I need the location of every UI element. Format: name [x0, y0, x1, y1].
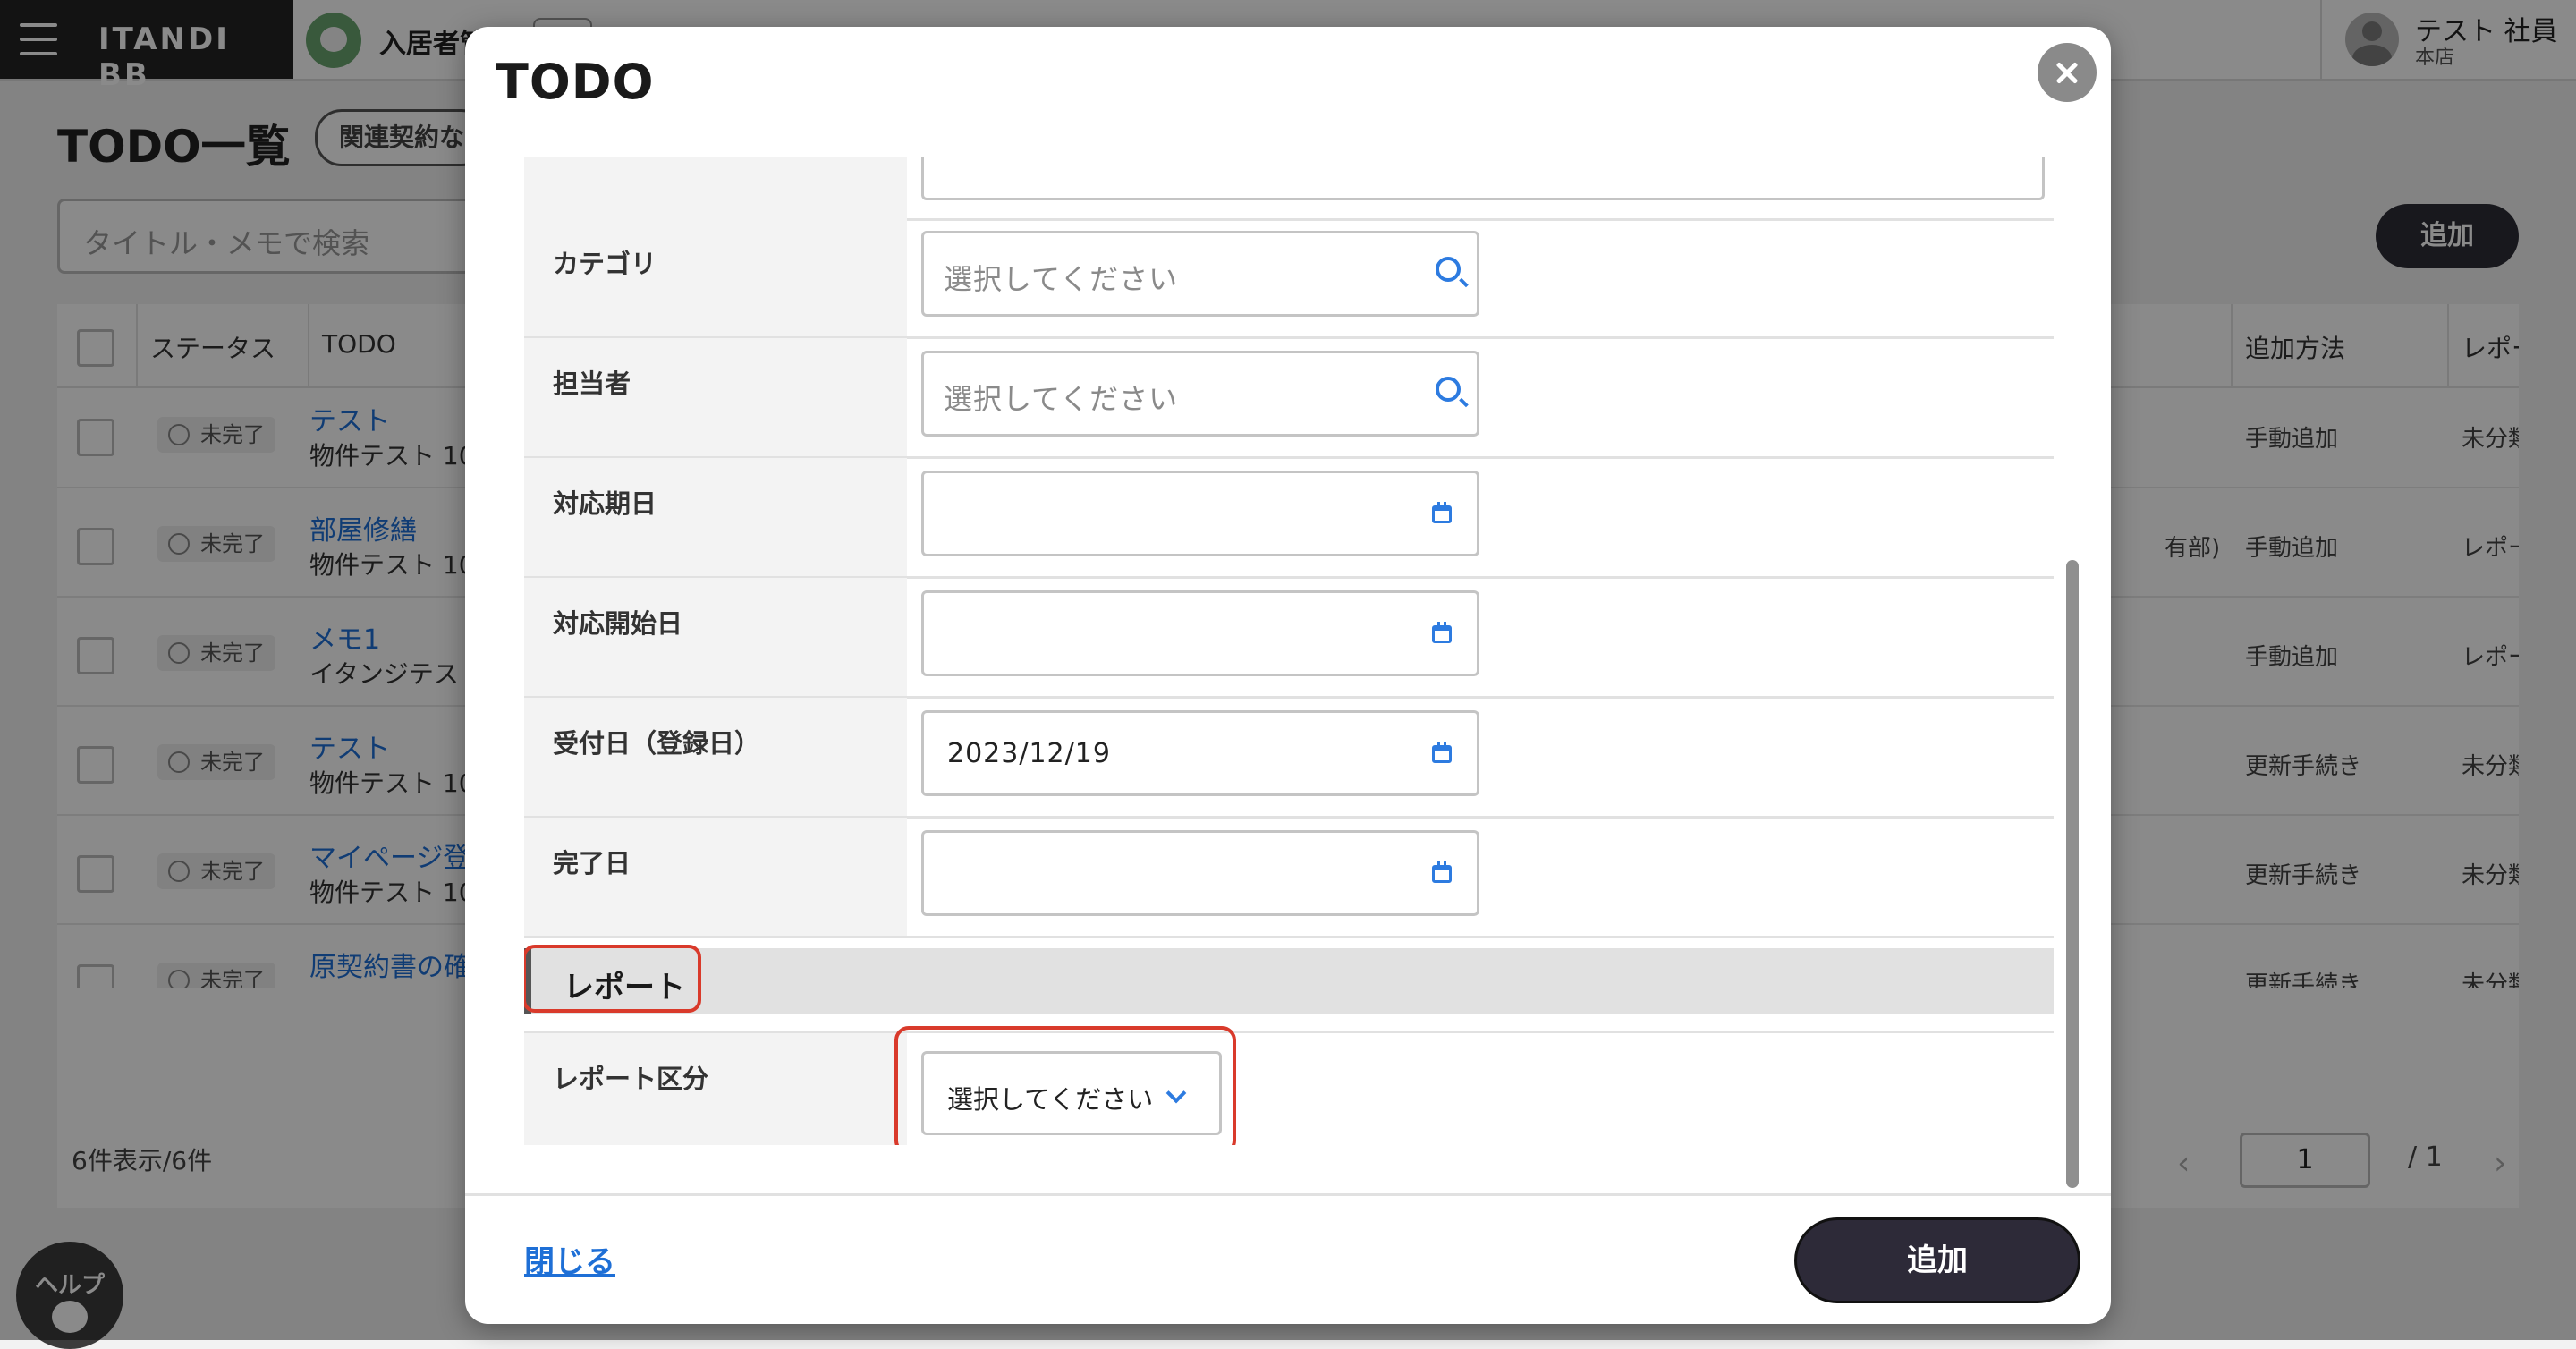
report-section-header: レポート — [524, 948, 2054, 1014]
calendar-icon[interactable] — [1432, 502, 1452, 523]
form-row: 受付日（登録日） 2023/12/19 — [524, 698, 2054, 819]
form-row: 完了日 — [524, 818, 2054, 938]
field-placeholder: 選択してください — [944, 382, 1179, 416]
date-field[interactable] — [921, 830, 1479, 916]
search-select-field[interactable]: 選択してください — [921, 231, 1479, 317]
field-label-cell: 対応期日 — [524, 458, 907, 576]
form-row: 対応期日 — [524, 458, 2054, 579]
field-placeholder: 選択してください — [944, 262, 1179, 296]
field-label: 対応開始日 — [553, 608, 683, 639]
field-label: カテゴリ — [553, 249, 657, 279]
field-value: 2023/12/19 — [947, 738, 1111, 769]
field-label-cell: 受付日（登録日） — [524, 698, 907, 816]
field-label: 対応期日 — [553, 488, 657, 519]
modal-vertical-scrollbar[interactable] — [2066, 560, 2079, 1188]
field-label-cell — [524, 157, 907, 218]
search-icon[interactable] — [1436, 257, 1461, 282]
calendar-icon[interactable] — [1432, 861, 1452, 883]
close-icon[interactable] — [2038, 43, 2097, 102]
field-label: 受付日（登録日） — [553, 728, 761, 759]
form-row-partial — [524, 157, 2054, 221]
field-label-cell: レポート区分 — [524, 1033, 907, 1145]
todo-form: カテゴリ 選択してください 担当者 選択してください 対応期日 対応開始日 受付日（登録日）… — [524, 157, 2054, 1145]
date-field[interactable]: 2023/12/19 — [921, 710, 1479, 796]
field-label: 完了日 — [553, 848, 631, 878]
field-label-cell: 担当者 — [524, 338, 907, 456]
field-label-cell: カテゴリ — [524, 218, 907, 336]
field-label: 担当者 — [553, 369, 631, 399]
date-field[interactable] — [921, 471, 1479, 556]
calendar-icon[interactable] — [1432, 622, 1452, 643]
field-label-cell: 完了日 — [524, 818, 907, 936]
modal-footer: 閉じる 追加 — [465, 1193, 2111, 1324]
report-type-row: レポート区分 選択してください — [524, 1026, 2054, 1145]
search-icon[interactable] — [1436, 377, 1461, 402]
select-highlight-frame — [894, 1026, 1236, 1145]
search-select-field[interactable]: 選択してください — [921, 351, 1479, 437]
form-row: 対応開始日 — [524, 578, 2054, 699]
report-type-label: レポート区分 — [553, 1064, 709, 1094]
text-field-partial[interactable] — [921, 157, 2045, 200]
submit-add-button[interactable]: 追加 — [1794, 1217, 2080, 1303]
form-row: 担当者 選択してください — [524, 338, 2054, 459]
calendar-icon[interactable] — [1432, 742, 1452, 763]
close-link[interactable]: 閉じる — [524, 1237, 615, 1281]
field-label-cell: 対応開始日 — [524, 578, 907, 696]
todo-modal: TODO カテゴリ 選択してください 担当者 選択してください 対応期日 対応開始日 受付日… — [465, 27, 2111, 1324]
modal-title: TODO — [496, 54, 655, 110]
date-field[interactable] — [921, 590, 1479, 676]
section-highlight-frame — [524, 945, 701, 1013]
form-row: カテゴリ 選択してください — [524, 218, 2054, 339]
